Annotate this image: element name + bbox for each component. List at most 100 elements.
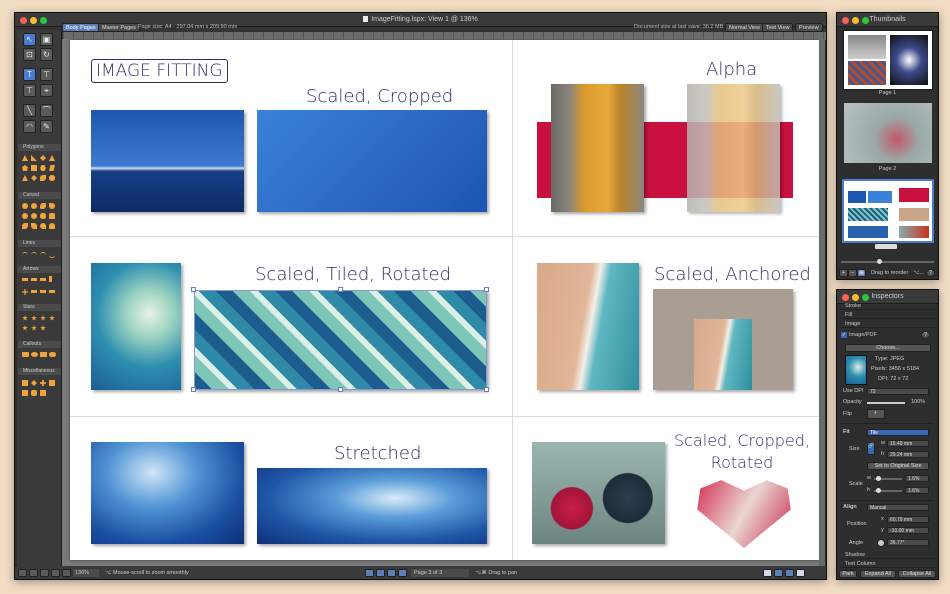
angle-dial[interactable] <box>877 539 885 547</box>
image-tool[interactable]: ▣ <box>40 33 53 46</box>
ring-shape-icon[interactable] <box>22 213 28 219</box>
star-shape-icon[interactable] <box>49 315 55 321</box>
arrow-right-icon[interactable] <box>22 278 28 281</box>
page-indicator[interactable]: Page 3 of 3 <box>411 569 469 577</box>
zoom-window-button[interactable] <box>40 17 47 24</box>
wave-shape-icon[interactable] <box>40 175 46 181</box>
arrow-double-icon[interactable] <box>40 290 46 293</box>
close-window-button[interactable] <box>20 17 27 24</box>
sky-photo-cropped[interactable] <box>257 110 487 212</box>
view-mode-button-3[interactable] <box>40 569 49 577</box>
stroke-section[interactable]: Stroke <box>839 302 936 310</box>
triangle-shape-icon[interactable] <box>49 155 55 161</box>
text-box-tool[interactable]: ⊤ <box>23 84 36 97</box>
text-column-tool[interactable]: ⊤ <box>40 68 53 81</box>
octagon-shape-icon[interactable] <box>49 175 55 181</box>
text-column-section[interactable]: Text Column <box>839 560 936 568</box>
stretched-title[interactable]: Stretched <box>334 443 421 464</box>
minimize-inspectors-button[interactable] <box>852 294 859 301</box>
beach-aerial-anchored[interactable] <box>694 319 752 390</box>
arc-line-icon[interactable] <box>31 252 37 258</box>
select-arrow-tool[interactable]: ↖ <box>23 33 36 46</box>
collapse-all-button[interactable]: Collapse All <box>898 570 936 578</box>
star-shape-icon[interactable] <box>40 325 46 331</box>
triangle-shape-icon[interactable] <box>31 155 37 161</box>
preview-button[interactable]: Preview <box>795 23 823 32</box>
arrow-up-icon[interactable] <box>49 276 52 282</box>
fit-select[interactable]: Tile <box>867 429 929 436</box>
beach-aerial-photo[interactable] <box>537 263 639 390</box>
image-fitting-title[interactable]: IMAGE FITTING <box>91 59 228 83</box>
curve-tool[interactable]: ⌒ <box>40 104 53 117</box>
choose-image-button[interactable]: Choose... <box>845 344 931 352</box>
zoom-field[interactable]: 136% <box>73 569 99 577</box>
parallelogram-shape-icon[interactable] <box>49 165 55 171</box>
yellow-jacket-photo-alpha[interactable] <box>687 84 780 212</box>
help-button[interactable]: ? <box>926 269 935 277</box>
image-section[interactable]: Image <box>839 320 936 328</box>
selection-handle[interactable] <box>338 287 343 292</box>
remove-page-button[interactable]: − <box>848 269 857 277</box>
arrow-right-icon[interactable] <box>31 290 37 293</box>
prev-page-button[interactable] <box>376 569 385 577</box>
page-options-button[interactable]: ▦ <box>857 269 866 277</box>
shadow-section[interactable]: Shadow <box>839 551 936 559</box>
selection-handle[interactable] <box>191 287 196 292</box>
callout-rect-icon[interactable] <box>40 352 47 357</box>
heart-shape-icon[interactable] <box>40 223 46 229</box>
star-shape-icon[interactable] <box>22 315 28 321</box>
expand-all-button[interactable]: Expand All <box>860 570 896 578</box>
callout-oval-icon[interactable] <box>31 352 38 357</box>
scale-h-slider[interactable] <box>874 488 902 493</box>
section-polygons[interactable]: Polygons <box>18 144 61 151</box>
blob-shape-icon[interactable] <box>40 203 46 209</box>
arrow-right-icon[interactable] <box>49 290 55 293</box>
moon-shape-icon[interactable] <box>22 223 28 229</box>
size-w-field[interactable]: 15.49 mm <box>887 440 929 447</box>
paint-pots-photo[interactable] <box>532 442 665 544</box>
water-photo-stretched[interactable] <box>257 468 487 544</box>
view-mode-button-5[interactable] <box>62 569 71 577</box>
pen-tool[interactable]: ✎ <box>40 120 53 133</box>
slider-knob[interactable] <box>877 259 882 264</box>
minimize-window-button[interactable] <box>30 17 37 24</box>
section-miscellaneous[interactable]: Miscellaneous <box>18 368 61 375</box>
pentagon-shape-icon[interactable] <box>22 165 28 171</box>
misc-square-icon[interactable] <box>49 380 55 386</box>
set-original-size-button[interactable]: Set to Original Size <box>867 462 929 470</box>
tab-body-pages[interactable]: Body Pages <box>62 23 100 32</box>
layout-button-1[interactable] <box>763 569 772 577</box>
view-mode-button-2[interactable] <box>29 569 38 577</box>
view-mode-button-1[interactable] <box>18 569 27 577</box>
size-lock-button[interactable]: 🔗 <box>867 442 875 455</box>
arch-shape-icon[interactable] <box>49 223 55 229</box>
use-dpi-select[interactable]: 72 <box>867 388 929 395</box>
add-page-button[interactable]: + <box>839 269 848 277</box>
document-page[interactable]: IMAGE FITTING Scaled, Cropped Alpha Scal… <box>70 40 820 560</box>
ocean-photo[interactable] <box>91 110 244 212</box>
wave-line-icon[interactable] <box>40 252 46 258</box>
section-stars[interactable]: Stars <box>18 304 61 311</box>
vertical-scrollbar[interactable] <box>819 39 825 566</box>
close-thumbnails-button[interactable] <box>842 17 849 24</box>
first-page-button[interactable] <box>365 569 374 577</box>
zoom-thumbnails-button[interactable] <box>862 17 869 24</box>
star-shape-icon[interactable] <box>22 325 28 331</box>
position-y-field[interactable]: -10.00 mm <box>887 527 929 534</box>
image-pdf-checkbox[interactable]: ✓ <box>841 332 847 338</box>
angle-field[interactable]: 36.77° <box>887 539 929 546</box>
diamond-shape-icon[interactable] <box>40 155 46 161</box>
heart-crop-rotated[interactable] <box>697 480 791 548</box>
scale-h-field[interactable]: 1.6% <box>905 487 929 494</box>
star-shape-icon[interactable] <box>31 315 37 321</box>
line-tool[interactable]: ╲ <box>23 104 36 117</box>
arc-line-icon[interactable] <box>22 252 28 258</box>
selection-handle[interactable] <box>191 387 196 392</box>
close-inspectors-button[interactable] <box>842 294 849 301</box>
crop-tool[interactable]: ⊡ <box>23 48 36 61</box>
normal-view-button[interactable]: Normal View <box>725 23 765 32</box>
wave-tiled-rotated[interactable] <box>194 290 487 390</box>
wave-photo[interactable] <box>91 263 181 390</box>
scale-w-slider[interactable] <box>874 476 902 481</box>
scaled-tiled-rotated-title[interactable]: Scaled, Tiled, Rotated <box>255 264 451 285</box>
